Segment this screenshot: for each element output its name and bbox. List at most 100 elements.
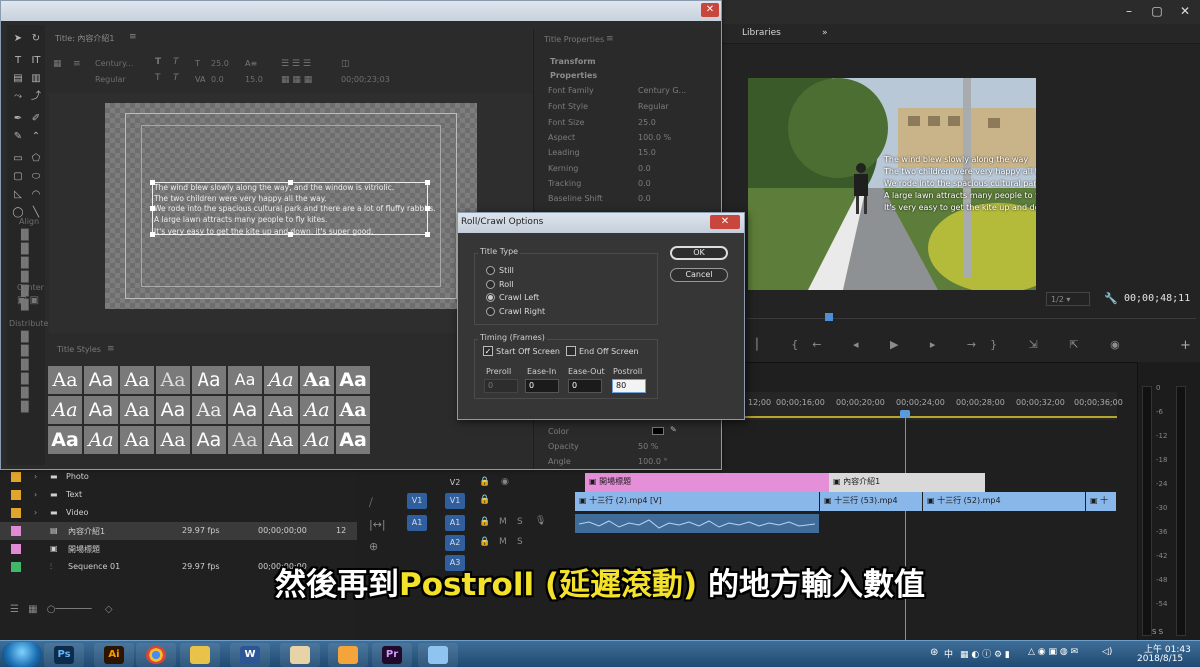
- project-item[interactable]: › ▬ Text: [0, 486, 357, 504]
- radio-roll[interactable]: [486, 280, 495, 289]
- start-off-screen-checkbox[interactable]: ✓: [483, 346, 493, 356]
- meter-solo-buttons[interactable]: S S: [1152, 628, 1163, 636]
- clip-intro-title[interactable]: ▣ 內容介紹1: [829, 473, 985, 492]
- project-item[interactable]: ▤ 內容介紹1 29.97 fps 00;00;00;00 12: [0, 522, 357, 540]
- lock-icon[interactable]: 🔒: [479, 477, 490, 487]
- kerning-value[interactable]: 0.0: [211, 75, 224, 84]
- style-swatch[interactable]: Aa: [47, 395, 83, 425]
- style-swatch[interactable]: Aa: [227, 425, 263, 455]
- taskbar-app-6[interactable]: [280, 643, 320, 667]
- resize-handle[interactable]: [425, 232, 430, 237]
- prop-leading[interactable]: Leading 15.0: [548, 148, 718, 162]
- resize-handle[interactable]: [288, 232, 293, 237]
- clip-opening-title[interactable]: ▣ 開場標題: [585, 473, 829, 492]
- program-playhead[interactable]: [825, 313, 833, 321]
- pen-tool-icon[interactable]: ✒: [11, 113, 25, 125]
- lock-icon[interactable]: 🔒: [479, 537, 490, 547]
- style-swatch[interactable]: Aa: [47, 365, 83, 395]
- taskbar-illustrator[interactable]: Ai: [94, 643, 134, 667]
- transport-controls[interactable]: ⎮ {← ◂ ▶ ▸ →} ⇲ ⇱ ◉: [754, 338, 1134, 351]
- mute-button[interactable]: M: [499, 537, 507, 547]
- source-v1[interactable]: V1: [407, 493, 427, 509]
- panel-menu-icon[interactable]: ≡: [129, 32, 137, 42]
- close-icon[interactable]: ✕: [1172, 2, 1198, 20]
- style-swatch[interactable]: Aa: [335, 395, 371, 425]
- resize-handle[interactable]: [425, 180, 430, 185]
- delete-anchor-icon[interactable]: ✐: [29, 113, 43, 125]
- italic-icon[interactable]: T: [173, 57, 179, 67]
- underline-icon[interactable]: T: [155, 73, 161, 83]
- track-label[interactable]: V2: [445, 475, 465, 491]
- prop-font-size[interactable]: Font Size 25.0: [548, 118, 718, 132]
- convert-anchor-icon[interactable]: ⌃: [29, 131, 43, 143]
- lock-icon[interactable]: 🔒: [479, 495, 490, 505]
- rotation-tool-icon[interactable]: ↻: [29, 33, 43, 45]
- style-swatch[interactable]: Aa: [263, 365, 299, 395]
- radio-crawl-right[interactable]: [486, 307, 495, 316]
- resize-handle[interactable]: [425, 206, 430, 211]
- style-swatch[interactable]: Aa: [83, 365, 119, 395]
- selection-tool-icon[interactable]: ➤: [11, 33, 25, 45]
- style-swatch[interactable]: Aa: [263, 425, 299, 455]
- style-swatch[interactable]: Aa: [191, 425, 227, 455]
- tray-icons[interactable]: ▦ ◐ ⓘ ⚙ ▮: [960, 647, 1010, 660]
- align-left-icon[interactable]: ☰ ☰ ☰: [281, 59, 311, 69]
- prop-color[interactable]: Color ✎: [548, 425, 718, 441]
- style-swatch[interactable]: Aa: [299, 395, 335, 425]
- style-swatch[interactable]: Aa: [155, 365, 191, 395]
- rectangle-tool-icon[interactable]: ▭: [11, 153, 25, 165]
- track-label[interactable]: A2: [445, 535, 465, 551]
- tray-network-icons[interactable]: △ ◉ ▣ ◍ ✉: [1028, 647, 1078, 657]
- round-rect-icon[interactable]: ⬭: [29, 171, 43, 183]
- add-anchor-icon[interactable]: ✎: [11, 131, 25, 143]
- clip-v1-d[interactable]: ▣ 十: [1086, 492, 1116, 511]
- clip-audio-a1[interactable]: [575, 514, 819, 533]
- easeout-field[interactable]: 0: [568, 379, 602, 393]
- lock-icon[interactable]: 🔒: [479, 517, 490, 527]
- clip-v1-a[interactable]: ▣ 十三行 (2).mp4 [V]: [575, 492, 819, 511]
- style-swatch[interactable]: Aa: [335, 365, 371, 395]
- solo-button[interactable]: S: [517, 517, 523, 527]
- minimize-icon[interactable]: –: [1116, 2, 1142, 20]
- prop-baseline-shift[interactable]: Baseline Shift 0.0: [548, 194, 718, 208]
- rounded-rect-icon[interactable]: ▢: [11, 171, 25, 183]
- clip-v1-c[interactable]: ▣ 十三行 (52).mp4: [923, 492, 1085, 511]
- resize-handle[interactable]: [150, 232, 155, 237]
- taskbar-chrome[interactable]: [136, 643, 176, 667]
- tab-stops-icon[interactable]: ▦ ▦ ▦: [281, 75, 312, 85]
- easein-field[interactable]: 0: [525, 379, 559, 393]
- color-swatch[interactable]: [652, 427, 664, 435]
- bold-icon[interactable]: T: [155, 57, 161, 67]
- work-area-bar[interactable]: [740, 416, 1117, 418]
- style-swatch[interactable]: Aa: [263, 395, 299, 425]
- radio-still[interactable]: [486, 266, 495, 275]
- volume-icon[interactable]: ◁): [1102, 647, 1112, 657]
- transform-section[interactable]: Transform: [550, 57, 596, 66]
- style-swatch[interactable]: Aa: [119, 395, 155, 425]
- source-a1[interactable]: A1: [407, 515, 427, 531]
- close-icon[interactable]: ✕: [710, 215, 740, 229]
- prop-opacity[interactable]: Opacity 50 %: [548, 442, 718, 456]
- taskbar-premiere[interactable]: Pr: [372, 643, 412, 667]
- distribute-buttons[interactable]: ▐▌ ▐▌ ▐▌ ▐▌ ▐▌ ▐▌: [17, 331, 43, 415]
- style-swatch[interactable]: Aa: [335, 425, 371, 455]
- cancel-button[interactable]: Cancel: [670, 268, 728, 282]
- title-tab[interactable]: Title: 內容介紹1: [55, 33, 114, 44]
- new-title-icon[interactable]: ▦: [53, 59, 62, 69]
- resize-handle[interactable]: [288, 180, 293, 185]
- resolution-select[interactable]: 1/2 ▾: [1046, 292, 1090, 306]
- mic-icon[interactable]: 🎙: [535, 516, 546, 526]
- track-label[interactable]: V1: [445, 493, 465, 509]
- maximize-icon[interactable]: ▢: [1144, 2, 1170, 20]
- type-tool-icon[interactable]: T: [11, 55, 25, 67]
- prop-kerning[interactable]: Kerning 0.0: [548, 164, 718, 178]
- prop-angle[interactable]: Angle 100.0 °: [548, 457, 718, 471]
- expand-icon[interactable]: ›: [34, 490, 37, 499]
- taskbar-photoshop[interactable]: Ps: [44, 643, 84, 667]
- style-swatch[interactable]: Aa: [227, 395, 263, 425]
- style-swatch[interactable]: Aa: [119, 425, 155, 455]
- roll-crawl-icon[interactable]: ≡: [73, 59, 81, 69]
- style-swatch[interactable]: Aa: [83, 395, 119, 425]
- project-item[interactable]: › ▬ Photo: [0, 468, 357, 486]
- taskbar-word[interactable]: W: [230, 643, 270, 667]
